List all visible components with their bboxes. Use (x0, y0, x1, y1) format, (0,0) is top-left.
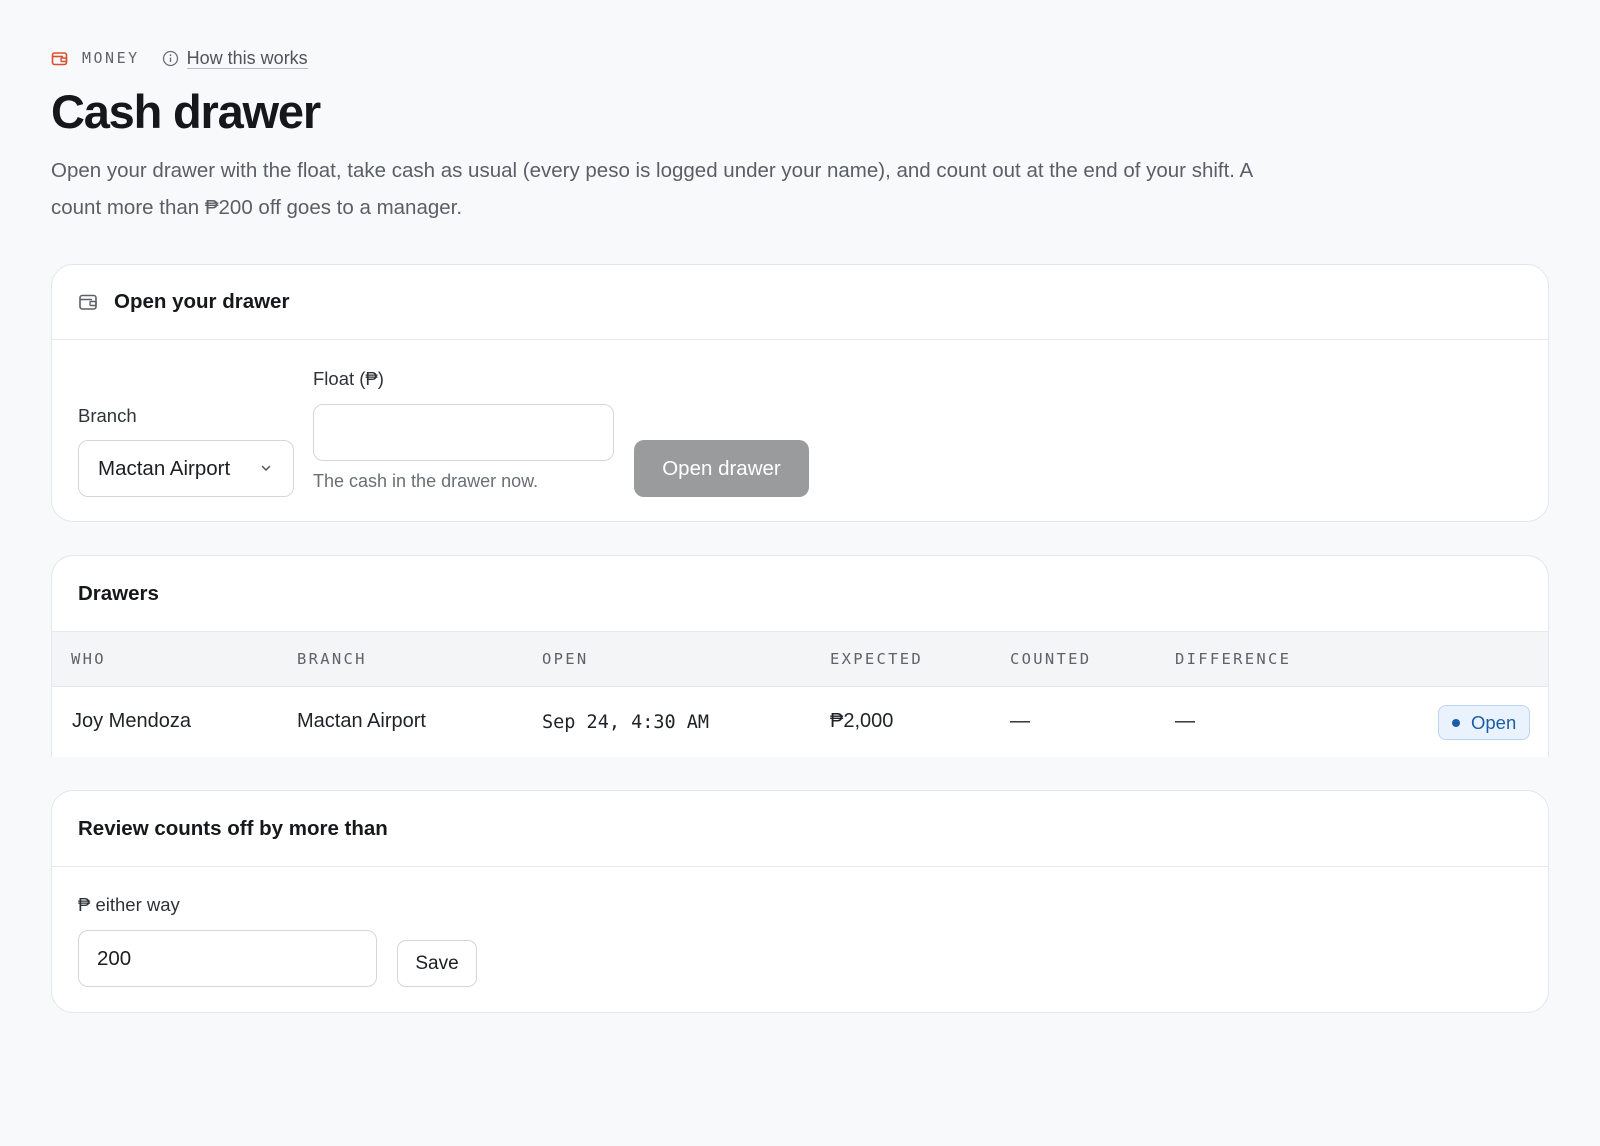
section-label: MONEY (82, 49, 140, 67)
page-description: Open your drawer with the float, take ca… (51, 159, 1253, 219)
float-hint: The cash in the drawer now. (313, 471, 539, 491)
cell-difference: — (1175, 710, 1195, 732)
drawers-title: Drawers (78, 581, 159, 605)
float-input[interactable] (313, 404, 614, 461)
page-title: Cash drawer (51, 85, 321, 138)
status-dot-icon (1452, 718, 1460, 727)
status-badge: Open (1438, 705, 1530, 740)
cell-who: Joy Mendoza (72, 710, 191, 732)
open-drawer-card-header: Open your drawer (52, 265, 1548, 340)
threshold-label: ₱ either way (78, 894, 180, 915)
table-row[interactable]: Joy Mendoza Mactan Airport Sep 24, 4:30 … (52, 687, 1548, 757)
review-title: Review counts off by more than (78, 816, 388, 840)
open-drawer-title: Open your drawer (114, 290, 290, 313)
eyebrow: MONEY How this works (51, 46, 1351, 70)
review-card-header: Review counts off by more than (52, 791, 1548, 867)
drawers-card: Drawers WHO BRANCH OPEN EXPECTED COUNTED… (51, 555, 1549, 757)
column-header-open: OPEN (542, 650, 589, 668)
branch-select[interactable]: Mactan Airport (78, 440, 294, 497)
wallet-icon (78, 292, 98, 312)
threshold-input[interactable] (78, 930, 377, 987)
cell-expected: ₱2,000 (830, 710, 894, 732)
open-drawer-button[interactable]: Open drawer (634, 440, 809, 497)
wallet-icon (51, 50, 68, 67)
column-header-counted: COUNTED (1010, 650, 1092, 668)
branch-select-value: Mactan Airport (98, 456, 231, 480)
open-drawer-card: Open your drawer Branch Mactan Airport F… (51, 264, 1549, 522)
cell-branch: Mactan Airport (297, 710, 426, 732)
cell-open: Sep 24, 4:30 AM (542, 712, 710, 733)
float-label: Float (₱) (313, 368, 384, 389)
status-badge-label: Open (1471, 711, 1517, 733)
column-header-difference: DIFFERENCE (1175, 650, 1292, 668)
chevron-down-icon (259, 461, 273, 475)
cell-counted: — (1010, 710, 1030, 732)
info-icon (162, 50, 179, 67)
save-button[interactable]: Save (397, 940, 477, 987)
review-threshold-card: Review counts off by more than ₱ either … (51, 790, 1549, 1013)
page-header: MONEY How this works Cash drawer Open yo… (51, 46, 1351, 226)
column-header-who: WHO (71, 650, 106, 668)
page: MONEY How this works Cash drawer Open yo… (0, 0, 1600, 1146)
drawers-card-header: Drawers (52, 556, 1548, 632)
branch-label: Branch (78, 405, 137, 426)
column-header-branch: BRANCH (297, 650, 367, 668)
table-header: WHO BRANCH OPEN EXPECTED COUNTED DIFFERE… (52, 632, 1548, 687)
how-this-works-link[interactable]: How this works (186, 48, 308, 69)
column-header-expected: EXPECTED (830, 650, 924, 668)
